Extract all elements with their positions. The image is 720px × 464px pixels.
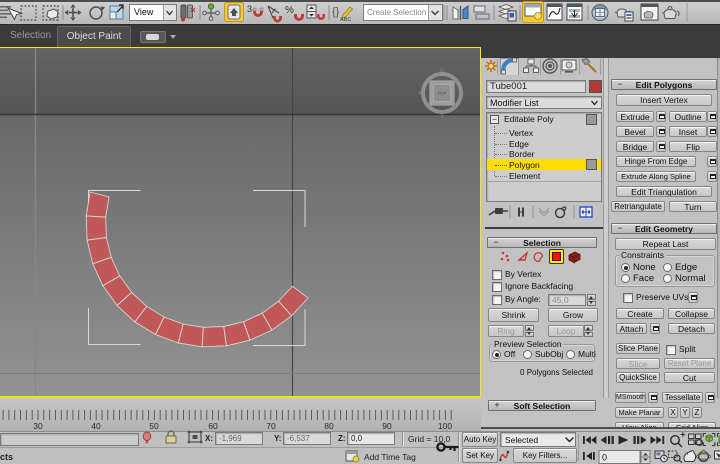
svg-text:%: % — [285, 5, 294, 16]
svg-text:{}: {} — [332, 6, 340, 18]
svg-text:TOP: TOP — [437, 91, 446, 96]
svg-text:ABC: ABC — [340, 17, 351, 23]
svg-text:0: 0 — [602, 453, 607, 463]
svg-text:3: 3 — [247, 4, 252, 14]
svg-text:W: W — [419, 91, 424, 97]
svg-text:N: N — [440, 69, 444, 75]
